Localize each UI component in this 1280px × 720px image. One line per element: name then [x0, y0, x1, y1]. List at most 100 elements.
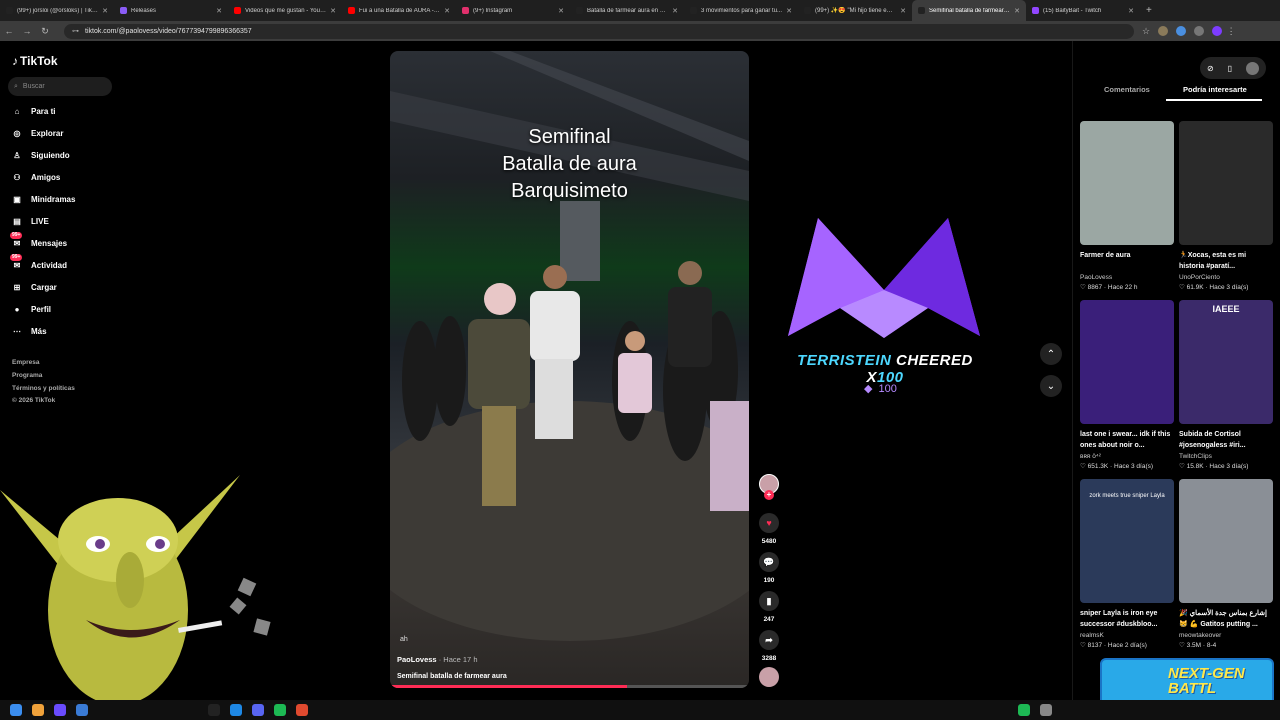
sidebar-item-actividad[interactable]: ✉ 99+ Actividad	[10, 254, 67, 271]
comment-button[interactable]: 💬 190	[758, 552, 780, 584]
search-icon[interactable]	[32, 704, 44, 716]
search-input[interactable]: ⌕ Buscar	[8, 77, 112, 96]
reload-icon[interactable]: ↻	[36, 26, 54, 37]
card-title[interactable]: Subida de Cortisol #josenogaless #iri...	[1179, 429, 1273, 451]
browser-tab[interactable]: Batalla de farmear aura en Un... ✕	[570, 0, 684, 21]
user-avatar-icon[interactable]	[1245, 61, 1259, 75]
card-title[interactable]: 🏃Xocas, esta es mi historia #paratí...	[1179, 250, 1273, 272]
card-title[interactable]: 🎉 إشارع بمناس جدة الأسماي 😸 💪 Gatitos pu…	[1179, 608, 1273, 630]
save-button[interactable]: ▮ 247	[758, 591, 780, 623]
video-thumbnail[interactable]	[1080, 300, 1174, 424]
video-thumbnail[interactable]	[1179, 121, 1273, 245]
extension-icon[interactable]	[1158, 26, 1169, 36]
phone-icon[interactable]: ▯	[1228, 64, 1232, 73]
browser-tab[interactable]: (99+) jorsloi (@orsloks) | TikTok ✕	[0, 0, 114, 21]
video-thumbnail[interactable]	[1179, 479, 1273, 603]
forward-icon[interactable]: →	[18, 26, 36, 36]
address-bar[interactable]: ⊶ tiktok.com/@paolovess/video/7677394799…	[64, 23, 1134, 39]
recommended-video-card[interactable]: 🎉 إشارع بمناس جدة الأسماي 😸 💪 Gatitos pu…	[1179, 479, 1273, 649]
extension-icon-2[interactable]	[1176, 26, 1187, 36]
card-author[interactable]: realmsK	[1080, 632, 1174, 639]
puzzle-icon[interactable]	[1194, 26, 1205, 36]
menu-kebab-icon[interactable]: ⋮	[1222, 26, 1240, 37]
sidebar-item-siguiendo[interactable]: ♙ Siguiendo	[11, 149, 69, 161]
tab-comments[interactable]: Comentarios	[1104, 85, 1150, 94]
footer-terms[interactable]: Términos y políticas	[12, 385, 75, 392]
profile-avatar[interactable]	[1212, 26, 1223, 36]
browser-tab[interactable]: (99+) ✨😍 "Mi hijo tiene em... ✕	[798, 0, 912, 21]
close-icon[interactable]: ✕	[1128, 7, 1134, 15]
back-icon[interactable]: ←	[0, 26, 18, 36]
recommended-video-card[interactable]: IAEEE Subida de Cortisol #josenogaless #i…	[1179, 300, 1273, 470]
video-thumbnail[interactable]: IAEEE	[1179, 300, 1273, 424]
close-icon[interactable]: ✕	[900, 7, 906, 15]
video-progress-bar[interactable]	[390, 685, 749, 688]
sidebar-item-m-s[interactable]: ⋯ Más	[11, 325, 47, 337]
close-icon[interactable]: ✕	[102, 7, 108, 15]
follow-plus-icon[interactable]: +	[764, 490, 774, 500]
site-info-icon[interactable]: ⊶	[72, 27, 79, 35]
card-title[interactable]: sniper Layla is iron eye successor #dusk…	[1080, 608, 1174, 630]
close-icon[interactable]: ✕	[330, 7, 336, 15]
compass-icon[interactable]: ⊘	[1207, 64, 1214, 73]
close-icon[interactable]: ✕	[786, 7, 792, 15]
app-icon-3[interactable]	[208, 704, 220, 716]
close-icon[interactable]: ✕	[216, 7, 222, 15]
music-disc[interactable]	[758, 667, 780, 692]
browser-tab[interactable]: Semifinal batalla de farmear a... ✕	[912, 0, 1026, 21]
browser-tab[interactable]: Videos que me gustan - YouTube ✕	[228, 0, 342, 21]
app-icon-4[interactable]	[230, 704, 242, 716]
footer-programa[interactable]: Programa	[12, 372, 42, 379]
bookmark-star-icon[interactable]: ☆	[1142, 26, 1150, 36]
browser-tab[interactable]: Releases ✕	[114, 0, 228, 21]
card-author[interactable]: PaoLovess	[1080, 274, 1174, 281]
close-icon[interactable]: ✕	[1014, 7, 1020, 15]
close-icon[interactable]: ✕	[444, 7, 450, 15]
next-video-button[interactable]: ⌄	[1040, 375, 1062, 397]
sidebar-item-para-ti[interactable]: ⌂ Para ti	[11, 105, 56, 117]
close-icon[interactable]: ✕	[672, 7, 678, 15]
browser-tab[interactable]: Fui a una Batalla de AURA - YouTube ✕	[342, 0, 456, 21]
app-icon[interactable]	[54, 704, 66, 716]
discord-icon[interactable]	[252, 704, 264, 716]
browser-tab[interactable]: (9+) Instagram ✕	[456, 0, 570, 21]
tab-recommended[interactable]: Podría interesarte	[1183, 85, 1247, 94]
card-title[interactable]: last one i swear... idk if this ones abo…	[1080, 429, 1174, 451]
footer-empresa[interactable]: Empresa	[12, 359, 39, 366]
sidebar-item-perfil[interactable]: ● Perfil	[11, 303, 51, 315]
sidebar-item-amigos[interactable]: ⚇ Amigos	[11, 171, 60, 183]
video-author-line[interactable]: PaoLovess · Hace 17 h	[397, 655, 478, 664]
video-thumbnail[interactable]: zork meets true sniper Layla	[1080, 479, 1174, 603]
video-player[interactable]: Semifinal Batalla de aura Barquisimeto a…	[390, 51, 749, 688]
author-avatar[interactable]: +	[758, 474, 780, 500]
recommended-video-card[interactable]: 🏃Xocas, esta es mi historia #paratí... Un…	[1179, 121, 1273, 291]
card-author[interactable]: TwitchClips	[1179, 453, 1273, 460]
recommended-video-card[interactable]: last one i swear... idk if this ones abo…	[1080, 300, 1174, 470]
close-icon[interactable]: ✕	[558, 7, 564, 15]
sidebar-item-explorar[interactable]: ◎ Explorar	[11, 127, 64, 139]
share-button[interactable]: ➦ 3288	[758, 630, 780, 662]
chrome-icon[interactable]	[296, 704, 308, 716]
card-author[interactable]: meowtakeover	[1179, 632, 1273, 639]
card-title[interactable]: Farmer de aura	[1080, 250, 1174, 272]
video-author[interactable]: PaoLovess	[397, 655, 437, 664]
sidebar-item-live[interactable]: ▤ LIVE	[11, 215, 49, 227]
tiktok-logo[interactable]: ♪ TikTok	[12, 54, 58, 68]
sidebar-item-cargar[interactable]: ⊞ Cargar	[11, 281, 57, 293]
tray-icon-2[interactable]	[1040, 704, 1052, 716]
new-tab-button[interactable]: +	[1146, 5, 1152, 16]
card-author[interactable]: UnoPorCiento	[1179, 274, 1273, 281]
like-button[interactable]: ♥ 5480	[758, 513, 780, 545]
previous-video-button[interactable]: ⌃	[1040, 343, 1062, 365]
spotify-icon[interactable]	[274, 704, 286, 716]
video-thumbnail[interactable]	[1080, 121, 1174, 245]
browser-tab[interactable]: 3 movimientos para ganar tu... ✕	[684, 0, 798, 21]
recommended-video-card[interactable]: zork meets true sniper Layla sniper Layla…	[1080, 479, 1174, 649]
browser-tab[interactable]: (15) BaityBait - Twitch ✕	[1026, 0, 1140, 21]
tray-icon[interactable]	[1018, 704, 1030, 716]
sidebar-item-mensajes[interactable]: ✉ 99+ Mensajes	[10, 232, 67, 249]
app-icon-2[interactable]	[76, 704, 88, 716]
card-author[interactable]: ʙʀʀ ö⁴²	[1080, 453, 1174, 460]
sidebar-item-minidramas[interactable]: ▣ Minidramas	[11, 193, 75, 205]
recommended-video-card[interactable]: Farmer de aura PaoLovess ♡ 8867 · Hace 22 …	[1080, 121, 1174, 291]
